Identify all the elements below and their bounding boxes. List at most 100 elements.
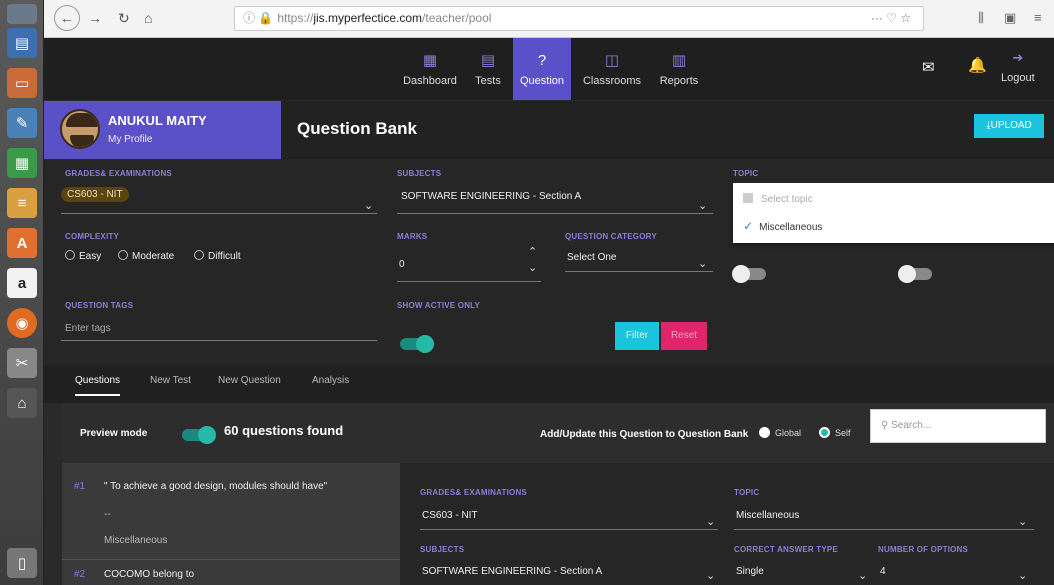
- radio-icon: [759, 427, 770, 438]
- nav-tab-label: Tests: [475, 75, 501, 87]
- nav-tab-tests[interactable]: ▤ Tests: [468, 38, 508, 100]
- chevron-down-icon: ⌄: [1018, 570, 1028, 582]
- search-icon: ⚲: [881, 420, 892, 431]
- topic-dropdown[interactable]: Select topic ✓ Miscellaneous: [733, 183, 1054, 243]
- topic-label: TOPIC: [733, 169, 759, 178]
- grades-label: GRADES& EXAMINATIONS: [65, 169, 172, 178]
- detail-topic-select[interactable]: Miscellaneous: [736, 510, 799, 521]
- nav-tab-label: Classrooms: [582, 75, 642, 87]
- back-button[interactable]: ←: [54, 5, 80, 31]
- launcher-top-icon[interactable]: [7, 4, 37, 24]
- mail-icon[interactable]: ✉: [922, 58, 935, 76]
- chart-icon: ▥: [671, 52, 687, 69]
- detail-subjects-label: SUBJECTS: [420, 545, 465, 554]
- marks-stepper[interactable]: 0: [399, 259, 405, 270]
- chevron-down-icon: ⌄: [858, 570, 868, 582]
- show-active-toggle[interactable]: [400, 335, 434, 353]
- checkmark-icon: ✓: [743, 219, 754, 233]
- reset-button[interactable]: Reset: [661, 322, 707, 350]
- trash-icon[interactable]: ▯: [7, 548, 37, 578]
- filter-panel: GRADES& EXAMINATIONS CS603 - NIT ⌄ SUBJE…: [44, 159, 1054, 365]
- settings-tools-icon[interactable]: ✂: [7, 348, 37, 378]
- marks-label: MARKS: [397, 232, 428, 241]
- nav-tab-reports[interactable]: ▥ Reports: [654, 38, 704, 100]
- detail-grades-select[interactable]: CS603 - NIT: [422, 510, 478, 521]
- software-icon[interactable]: ✎: [7, 108, 37, 138]
- number-of-options-label: NUMBER OF OPTIONS: [878, 545, 969, 554]
- library-icon[interactable]: ⫼: [978, 10, 984, 26]
- home-button[interactable]: ⌂: [144, 10, 152, 26]
- avatar: [60, 109, 100, 149]
- complexity-moderate[interactable]: Moderate: [118, 250, 174, 262]
- classroom-icon: ◫: [604, 52, 620, 69]
- number-of-options-select[interactable]: 4: [880, 566, 886, 577]
- show-active-label: SHOW ACTIVE ONLY: [397, 301, 481, 310]
- question-detail-panel: GRADES& EXAMINATIONS CS603 - NIT ⌄ TOPIC…: [400, 463, 1054, 585]
- subjects-select[interactable]: SOFTWARE ENGINEERING - Section A: [401, 191, 581, 202]
- chevron-down-icon: ⌄: [706, 516, 716, 528]
- profile-name: ANUKUL MAITY: [108, 113, 207, 128]
- topic-option-select[interactable]: Select topic: [743, 193, 813, 205]
- profile-card[interactable]: ANUKUL MAITY My Profile: [44, 101, 281, 159]
- chevron-up-icon[interactable]: ⌃: [528, 245, 537, 258]
- bell-icon[interactable]: 🔔: [968, 56, 987, 74]
- nav-tab-question[interactable]: ? Question: [513, 38, 571, 100]
- sidebar-icon[interactable]: ▣: [1004, 10, 1016, 26]
- chevron-down-icon: ⌄: [698, 200, 708, 212]
- address-bar[interactable]: ⓘ 🔒 https://jis.myperfectice.com/teacher/…: [234, 6, 924, 31]
- home-icon[interactable]: ⌂: [7, 388, 37, 418]
- chevron-down-icon: ⌄: [1018, 516, 1028, 528]
- menu-icon[interactable]: ≡: [1034, 10, 1042, 25]
- add-update-label: Add/Update this Question to Question Ban…: [540, 429, 749, 440]
- chevron-down-icon: ⌄: [706, 570, 716, 582]
- software-center-icon[interactable]: A: [7, 228, 37, 258]
- nav-tab-classrooms[interactable]: ◫ Classrooms: [579, 38, 645, 100]
- chevron-down-icon[interactable]: ⌄: [528, 261, 537, 274]
- amazon-icon[interactable]: a: [7, 268, 37, 298]
- tab-new-question[interactable]: New Question: [218, 375, 281, 386]
- grades-select[interactable]: CS603 - NIT: [61, 187, 129, 202]
- detail-subjects-select[interactable]: SOFTWARE ENGINEERING - Section A: [422, 566, 602, 577]
- spreadsheet-icon[interactable]: ▦: [7, 148, 37, 178]
- document-app-icon[interactable]: ≡: [7, 188, 37, 218]
- topic-option-misc[interactable]: ✓ Miscellaneous: [743, 219, 822, 233]
- reload-button[interactable]: ↻: [118, 10, 130, 27]
- firefox-icon[interactable]: ◉: [7, 308, 37, 338]
- nav-tab-dashboard[interactable]: ▦ Dashboard: [394, 38, 466, 100]
- nav-tab-label: Dashboard: [403, 75, 457, 87]
- search-input[interactable]: ⚲ Search...: [870, 409, 1046, 443]
- complexity-easy[interactable]: Easy: [65, 250, 101, 262]
- archive-icon[interactable]: ▭: [7, 68, 37, 98]
- question-dash: --: [104, 509, 111, 520]
- radio-icon: [65, 250, 75, 260]
- launcher-sidebar: ▤ ▭ ✎ ▦ ≡ A a ◉ ✂ ⌂ ▯: [0, 0, 44, 585]
- preview-mode-toggle[interactable]: [182, 426, 216, 444]
- url-prefix: https://: [277, 11, 314, 25]
- toggle-switch-2[interactable]: [898, 265, 932, 283]
- document-icon: ▤: [480, 52, 496, 69]
- url-host: jis.myperfectice.com: [313, 11, 423, 25]
- files-icon[interactable]: ▤: [7, 28, 37, 58]
- question-category-select[interactable]: Select One: [567, 252, 616, 263]
- my-profile-link[interactable]: My Profile: [108, 134, 152, 145]
- global-radio[interactable]: Global: [759, 427, 801, 438]
- upload-button[interactable]: ⤓UPLOAD: [974, 114, 1044, 138]
- filter-button[interactable]: Filter: [615, 322, 659, 350]
- toggle-switch-1[interactable]: [732, 265, 766, 283]
- tab-questions[interactable]: Questions: [75, 375, 121, 396]
- forward-button[interactable]: →: [88, 10, 102, 26]
- question-list: #1 " To achieve a good design, modules s…: [62, 463, 400, 585]
- tab-analysis[interactable]: Analysis: [312, 375, 349, 386]
- radio-icon: [194, 250, 204, 260]
- self-radio[interactable]: Self: [819, 427, 851, 438]
- browser-toolbar: ← → ↻ ⌂ ⓘ 🔒 https://jis.myperfectice.com/…: [44, 0, 1054, 38]
- url-actions[interactable]: ··· ♡ ☆: [871, 7, 911, 30]
- lock-icon: 🔒: [258, 11, 274, 25]
- answer-type-select[interactable]: Single: [736, 566, 764, 577]
- tab-new-test[interactable]: New Test: [150, 375, 191, 386]
- tags-input[interactable]: Enter tags: [65, 323, 111, 334]
- logout-button[interactable]: ➔ Logout: [1001, 50, 1035, 84]
- app-navbar: ▦ Dashboard ▤ Tests ? Question ◫ Classro…: [44, 38, 1054, 100]
- detail-topic-label: TOPIC: [734, 488, 760, 497]
- complexity-difficult[interactable]: Difficult: [194, 250, 241, 262]
